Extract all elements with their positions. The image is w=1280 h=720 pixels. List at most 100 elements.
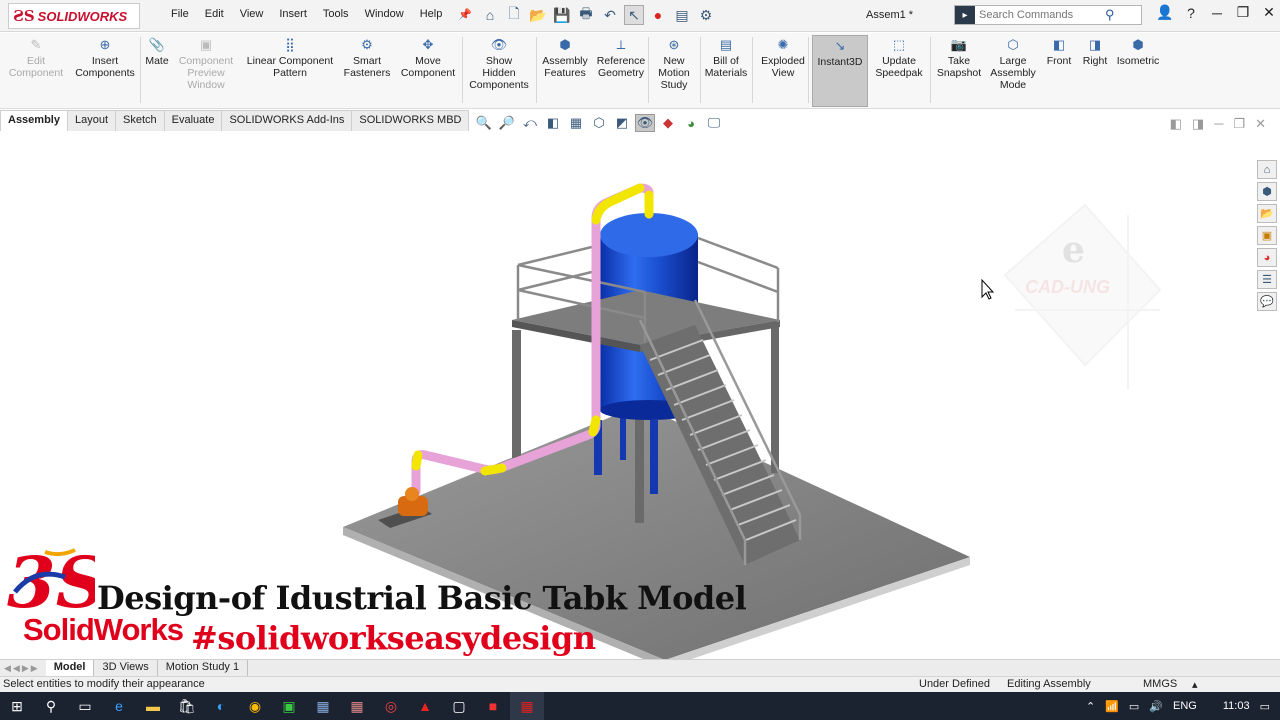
battery-icon[interactable]: ▭ — [1129, 700, 1139, 713]
open-folder-icon[interactable]: 📂 — [528, 5, 548, 25]
status-units[interactable]: MMGS — [1143, 678, 1177, 690]
next-tab-icon[interactable]: ▶ — [22, 663, 29, 674]
edge-browser-icon[interactable]: e — [102, 692, 136, 720]
menu-edit[interactable]: Edit — [197, 8, 232, 21]
viewport-next-icon[interactable]: ◨ — [1192, 116, 1204, 132]
ribbon-button-front-view[interactable]: ◧ Front — [1044, 37, 1074, 67]
wifi-icon[interactable]: 📶 — [1105, 700, 1119, 713]
generic-app-icon[interactable]: ▢ — [442, 692, 476, 720]
viewport-restore-icon[interactable]: ❐ — [1233, 116, 1245, 132]
appearances-icon[interactable]: ◕ — [1257, 248, 1277, 267]
minimize-icon[interactable]: ─ — [1206, 5, 1228, 21]
notifications-icon[interactable]: ▭ — [1260, 700, 1270, 713]
edge-legacy-icon[interactable]: ◐ — [204, 692, 238, 720]
search-taskbar-icon[interactable]: ⚲ — [34, 692, 68, 720]
tab-layout[interactable]: Layout — [66, 110, 117, 131]
solidworks-logo[interactable]: ƧS SOLIDWORKS — [8, 3, 140, 29]
store-icon[interactable]: 🛍 — [170, 692, 204, 720]
file-explorer-icon[interactable]: 📂 — [1257, 204, 1277, 223]
previous-view-icon[interactable]: ⤺ — [520, 114, 540, 132]
custom-properties-icon[interactable]: ☰ — [1257, 270, 1277, 289]
recorder-icon[interactable]: ◎ — [374, 692, 408, 720]
new-document-icon[interactable]: 🗋 — [504, 5, 524, 25]
menu-help[interactable]: Help — [412, 8, 451, 21]
tab-addins[interactable]: SOLIDWORKS Add-Ins — [221, 110, 353, 131]
ribbon-button-mate[interactable]: 📎 Mate — [142, 37, 172, 67]
ribbon-button-linear-pattern[interactable]: ⣿ Linear Component Pattern — [244, 37, 336, 79]
view-orientation-icon[interactable]: ⬡ — [589, 114, 609, 132]
forum-icon[interactable]: 💬 — [1257, 292, 1277, 311]
print-icon[interactable]: 🖶 — [576, 5, 596, 25]
zoom-to-fit-icon[interactable]: 🔍 — [474, 114, 494, 132]
ribbon-button-component-preview[interactable]: ▣ Component Preview Window — [176, 37, 236, 91]
help-icon[interactable]: ? — [1180, 5, 1202, 21]
tab-assembly[interactable]: Assembly — [0, 110, 68, 131]
solidworks-taskbar-icon[interactable]: ▦ — [510, 692, 544, 720]
menu-file[interactable]: File — [163, 8, 197, 21]
ribbon-button-exploded-view[interactable]: ✺ Exploded View — [758, 37, 808, 79]
edit-appearance-icon[interactable]: ◆ — [658, 114, 678, 132]
clock[interactable]: 11:03 — [1223, 700, 1250, 712]
ribbon-button-bom[interactable]: ▤ Bill of Materials — [703, 37, 749, 79]
ribbon-button-right-view[interactable]: ◨ Right — [1080, 37, 1110, 67]
traffic-light-icon[interactable]: ● — [648, 5, 668, 25]
prev-tab-icon[interactable]: ◀ — [13, 663, 20, 674]
camtasia-icon[interactable]: ▣ — [272, 692, 306, 720]
tab-evaluate[interactable]: Evaluate — [163, 110, 223, 131]
ribbon-button-motion-study[interactable]: ⊛ New Motion Study — [652, 37, 696, 91]
app-2018b-icon[interactable]: ▦ — [340, 692, 374, 720]
hide-show-items-icon[interactable]: 👁 — [635, 114, 655, 132]
tray-chevron-icon[interactable]: ⌃ — [1086, 700, 1095, 713]
user-icon[interactable]: 👤 — [1154, 4, 1176, 21]
ribbon-button-smart-fasteners[interactable]: ⚙ Smart Fasteners — [342, 37, 392, 79]
task-view-icon[interactable]: ▭ — [68, 692, 102, 720]
tab-motion-study[interactable]: Motion Study 1 — [158, 660, 249, 676]
search-box[interactable]: ▸ ⚲ — [954, 5, 1142, 25]
acrobat-icon[interactable]: ▲ — [408, 692, 442, 720]
dynamic-annotation-icon[interactable]: ▦ — [566, 114, 586, 132]
viewport-prev-icon[interactable]: ◧ — [1170, 116, 1182, 132]
ribbon-button-isometric-view[interactable]: ⬢ Isometric — [1114, 37, 1162, 67]
select-arrow-icon[interactable]: ↖ — [624, 5, 644, 25]
restore-icon[interactable]: ❐ — [1232, 4, 1254, 21]
chrome-icon[interactable]: ◉ — [238, 692, 272, 720]
search-icon[interactable]: ⚲ — [1105, 7, 1115, 23]
options-gear-icon[interactable]: ⚙ — [696, 5, 716, 25]
section-view-icon[interactable]: ◧ — [543, 114, 563, 132]
view-settings-icon[interactable]: 🖵 — [704, 114, 724, 132]
file-explorer-taskbar-icon[interactable]: ▬ — [136, 692, 170, 720]
close-icon[interactable]: ✕ — [1258, 4, 1280, 21]
menu-view[interactable]: View — [232, 8, 272, 21]
last-tab-icon[interactable]: ▶ — [31, 663, 38, 674]
zoom-area-icon[interactable]: 🔎 — [497, 114, 517, 132]
units-dropdown-icon[interactable]: ▴ — [1192, 678, 1198, 691]
red-app-icon[interactable]: ■ — [476, 692, 510, 720]
search-input[interactable] — [975, 9, 1105, 21]
tab-sketch[interactable]: Sketch — [115, 110, 165, 131]
tab-model[interactable]: Model — [45, 660, 95, 676]
tab-scroll-arrows[interactable]: ◀ ◀ ▶ ▶ — [0, 663, 38, 674]
menu-tools[interactable]: Tools — [315, 8, 357, 21]
windows-start-icon[interactable]: ⊞ — [0, 692, 34, 720]
ribbon-button-reference-geometry[interactable]: ⟂ Reference Geometry — [595, 37, 647, 79]
ribbon-button-assembly-features[interactable]: ⬢ Assembly Features — [540, 37, 590, 79]
home-icon[interactable]: ⌂ — [480, 5, 500, 25]
ribbon-button-large-assembly[interactable]: ⬡ Large Assembly Mode — [990, 37, 1036, 91]
design-library-icon[interactable]: ⬢ — [1257, 182, 1277, 201]
apply-scene-icon[interactable]: ◕ — [681, 114, 701, 132]
pin-icon[interactable]: 📌 — [450, 8, 480, 21]
language-indicator[interactable]: ENG — [1173, 700, 1197, 712]
undo-icon[interactable]: ↶ — [600, 5, 620, 25]
app-2018-icon[interactable]: ▦ — [306, 692, 340, 720]
ribbon-button-edit-component[interactable]: ✎ Edit Component — [8, 37, 64, 79]
ribbon-button-speedpak[interactable]: ⬚ Update Speedpak — [873, 37, 925, 79]
volume-icon[interactable]: 🔊 — [1149, 700, 1163, 713]
ribbon-button-insert-components[interactable]: ⊕ Insert Components — [72, 37, 138, 79]
display-style-icon[interactable]: ◩ — [612, 114, 632, 132]
menu-window[interactable]: Window — [357, 8, 412, 21]
ribbon-button-show-hidden[interactable]: 👁 Show Hidden Components — [466, 37, 532, 91]
ribbon-button-instant3d[interactable]: ↘ Instant3D — [812, 35, 868, 107]
ribbon-button-snapshot[interactable]: 📷 Take Snapshot — [933, 37, 985, 79]
viewport-minimize-icon[interactable]: ─ — [1214, 116, 1223, 132]
view-palette-icon[interactable]: ▣ — [1257, 226, 1277, 245]
